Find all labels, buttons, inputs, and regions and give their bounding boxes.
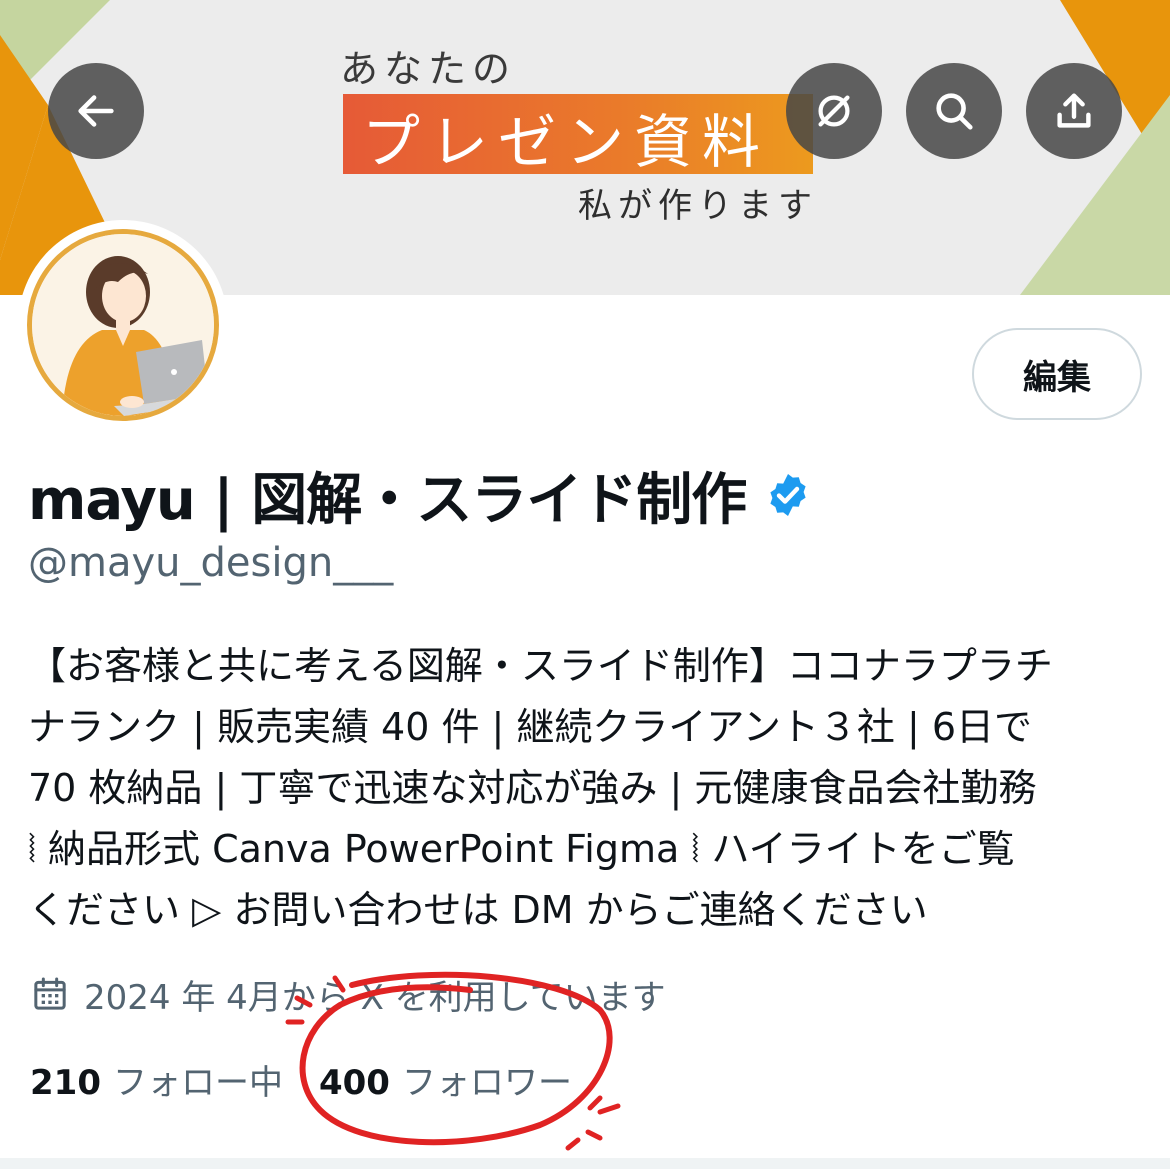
- followers-count: 400: [318, 1062, 390, 1103]
- profile-bio: 【お客様と共に考える図解・スライド制作】ココナラプラチ ナランク | 販売実績 …: [28, 636, 1148, 941]
- bio-line: ⦚ 納品形式 Canva PowerPoint Figma ⦚ ハイライトをご覧: [28, 827, 1015, 871]
- followers-link[interactable]: 400 フォロワー: [319, 1055, 572, 1104]
- display-name-row: mayu | 図解・スライド制作: [28, 458, 812, 533]
- banner-text-line3: 私が作ります: [578, 186, 818, 226]
- bio-line: 70 枚納品 | 丁寧で迅速な対応が強み | 元健康食品会社勤務: [28, 766, 1037, 810]
- following-link[interactable]: 210 フォロー中: [30, 1055, 283, 1104]
- filter-button[interactable]: [786, 63, 882, 159]
- joined-date: 2024 年 4月から X を利用しています: [30, 968, 666, 1020]
- verified-badge-icon[interactable]: [764, 471, 812, 519]
- display-name: mayu | 図解・スライド制作: [28, 467, 747, 533]
- followers-label: フォロワー: [401, 1062, 572, 1103]
- slashed-circle-icon: [818, 95, 850, 127]
- bio-line: ナランク | 販売実績 40 件 | 継続クライアント３社 | 6日で: [28, 705, 1033, 749]
- calendar-icon: [34, 977, 66, 1010]
- share-button[interactable]: [1026, 63, 1122, 159]
- banner-text-line1: あなたの: [340, 47, 517, 91]
- arrow-left-icon: [78, 95, 114, 127]
- bio-line: 【お客様と共に考える図解・スライド制作】ココナラプラチ: [28, 644, 1053, 688]
- share-upload-icon: [1057, 93, 1091, 128]
- banner-text-line2: プレゼン資料: [362, 108, 771, 176]
- following-label: フォロー中: [112, 1062, 283, 1103]
- edit-profile-button[interactable]: 編集: [972, 328, 1142, 420]
- avatar-illustration: [32, 234, 214, 416]
- back-button[interactable]: [48, 63, 144, 159]
- avatar[interactable]: [18, 220, 228, 430]
- user-handle: @mayu_design___: [28, 540, 394, 586]
- joined-text: 2024 年 4月から X を利用しています: [84, 977, 666, 1018]
- following-count: 210: [30, 1062, 101, 1103]
- bio-line: ください ▷ お問い合わせは DM からご連絡ください: [28, 888, 928, 932]
- follow-stats: 210 フォロー中 400 フォロワー: [30, 1052, 572, 1106]
- search-button[interactable]: [906, 63, 1002, 159]
- search-icon: [936, 93, 973, 130]
- bottom-divider: [0, 1158, 1170, 1169]
